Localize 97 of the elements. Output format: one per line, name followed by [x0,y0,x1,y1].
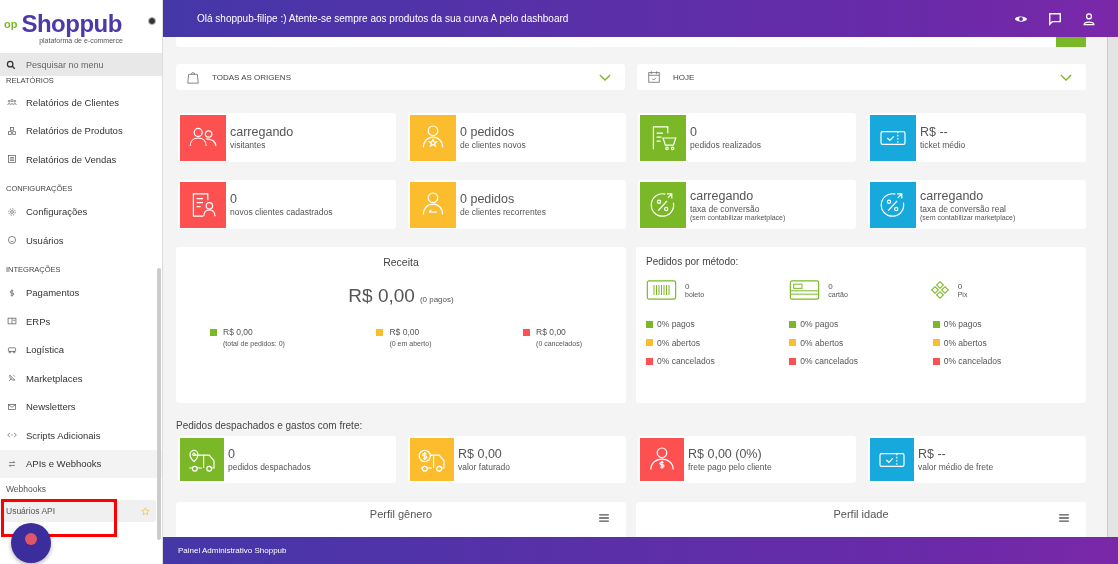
nav-item[interactable]: Pagamentos [0,278,162,307]
floating-button[interactable] [11,523,51,563]
status-text: 0% abertos [800,337,844,348]
dollar-icon [7,287,17,298]
stat-value: R$ 0,00 [458,447,503,461]
diamond-icon [929,280,950,300]
stat-label: pedidos realizados [690,140,761,150]
nav-item[interactable]: Configurações [0,197,162,226]
menu-search-input[interactable]: Pesquisar no menu [26,59,126,70]
nav-item[interactable]: Relatórios de Vendas [0,145,162,174]
stat-label: de clientes novos [460,140,526,150]
stat-label: frete pago pelo cliente [688,462,772,472]
stat-value: carregando [920,188,985,203]
nav-item[interactable]: Relatórios de Clientes [0,88,162,117]
stat-label: taxa de conversão real [920,203,1007,214]
boxes-icon [7,125,17,136]
face-icon [7,235,17,246]
mail-icon [7,401,17,412]
footer-text: Painel Administrativo Shoppub [178,546,287,555]
brand-logo: Shoppub [21,9,123,37]
chat-icon[interactable] [1048,11,1062,26]
stat-label: pedidos despachados [228,462,311,472]
stat-label: valor médio de frete [918,462,994,472]
window-icon [7,316,17,327]
calendar-icon [647,70,661,84]
stat-value: carregando [690,188,755,203]
search-icon [6,59,16,70]
nav-item[interactable]: Logística [0,335,162,364]
menu-icon[interactable] [1059,514,1069,522]
method-count: 0 [685,282,691,291]
stat-label: taxa de conversão [690,203,761,214]
logo-mark: op [4,17,18,30]
status-text: 0% cancelados [800,356,858,367]
arrows-icon [7,458,17,469]
greeting-text: Olá shoppub-filipe :) Atente-se sempre aos produtos da sua curva A pelo dashboard [197,13,569,24]
section-title: Pedidos despachados e gastos com frete: [176,420,364,431]
filter-dropdown[interactable]: TODAS AS ORIGENS [176,64,625,90]
nav-item[interactable]: Usuários [0,226,162,255]
people-icon [7,97,17,108]
stat-value: 0 pedidos [460,125,516,139]
stat-label: novos clientes cadastrados [230,207,333,217]
status-text: 0% cancelados [943,356,1002,367]
legend-value: R$ 0,00 [389,327,421,337]
stat-value: carregando [230,125,294,139]
stat-label: valor faturado [458,462,510,472]
submenu-item[interactable]: Webhooks [0,478,162,500]
stat-value: 0 [228,447,236,461]
stat-value: 0 pedidos [460,192,516,206]
stat-label: visitantes [230,140,267,150]
submenu-item[interactable]: Usuários API [0,500,156,522]
bag-icon [186,70,200,84]
status-text: 0% pagos [657,319,695,330]
legend-value: R$ 0,00 [223,327,254,337]
panel-title: Perfil gênero [369,508,433,520]
stat-value: 0 [690,125,698,139]
nav-item[interactable]: Relatórios de Produtos [0,116,162,145]
status-text: 0% pagos [943,319,982,330]
legend-value: R$ 0,00 [536,327,567,337]
stat-value: R$ -- [920,125,949,139]
status-text: 0% abertos [657,337,700,348]
satellite-icon [7,373,17,384]
menu-icon[interactable] [599,514,609,522]
scrollbar[interactable] [1107,37,1118,537]
method-count: 0 [828,282,834,291]
panel-title: Perfil idade [833,508,889,520]
barcode-icon [646,280,677,300]
stat-value: R$ -- [918,447,947,461]
revenue-note: (0 pagos) [419,295,454,304]
revenue-amount: R$ 0,00 [348,285,415,307]
stat-label: ticket médio [920,140,966,150]
panel-title: Receita [383,256,419,268]
status-text: 0% cancelados [657,356,715,367]
stat-label: de clientes recorrentes [460,207,546,217]
search-bar[interactable] [176,37,1086,47]
method-count: 0 [957,282,964,291]
status-text: 0% pagos [800,319,839,330]
stat-value: 0 [230,192,238,206]
nav-item[interactable]: Marketplaces [0,364,162,393]
list-icon [7,154,17,165]
scrollbar[interactable] [157,268,161,540]
radio-icon[interactable] [148,16,156,25]
stat-value: R$ 0,00 (0%) [688,447,763,461]
card-icon [789,280,821,300]
user-icon[interactable] [1082,11,1096,26]
panel-title: Pedidos por método: [646,256,740,267]
chevron-down-icon [1060,73,1072,81]
nav-item[interactable]: Scripts Adicionais [0,421,162,450]
truck-icon [7,344,17,355]
menu-search-field[interactable]: Pesquisar no menu [0,53,162,76]
nav-item[interactable]: Newsletters [0,392,162,421]
star-icon[interactable] [141,506,150,516]
nav-item[interactable]: ERPs [0,307,162,336]
nav-item[interactable]: APIs e Webhooks [0,449,162,478]
status-text: 0% abertos [943,337,987,348]
settings-icon [7,206,17,217]
filter-dropdown[interactable]: HOJE [637,64,1086,90]
chevron-down-icon [599,73,611,81]
